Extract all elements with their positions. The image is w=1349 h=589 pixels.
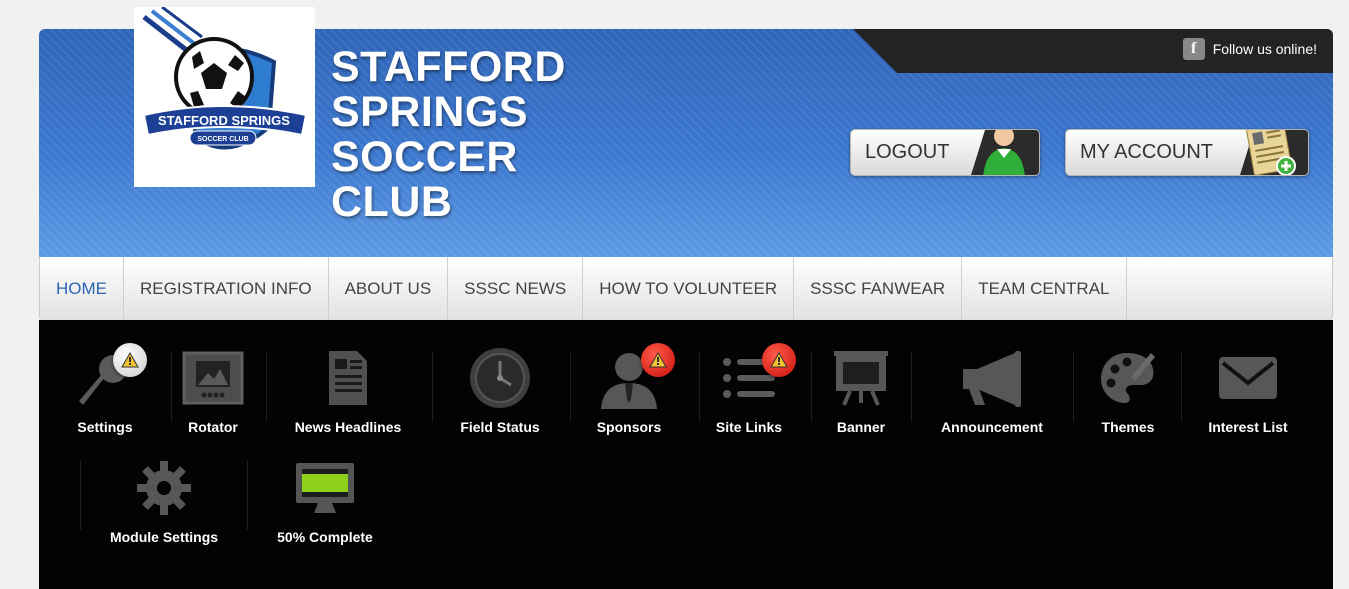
facebook-icon[interactable]: f <box>1182 38 1205 60</box>
tool-site-links[interactable]: Site Links <box>694 343 804 435</box>
image-icon <box>182 351 244 405</box>
follow-us-text: Follow us online! <box>1212 41 1317 57</box>
club-logo[interactable]: STAFFORD SPRINGS SOCCER CLUB <box>134 5 315 187</box>
monitor-progress-icon <box>296 463 354 513</box>
toolbar-divider <box>570 352 571 422</box>
tool-label: Module Settings <box>109 529 219 545</box>
warning-icon <box>649 352 667 368</box>
page-container: f Follow us online! STAFFORD SPRINGS SOC… <box>39 5 1333 589</box>
my-account-label: MY ACCOUNT <box>1080 141 1213 163</box>
logo-text: STAFFORD SPRINGS <box>158 113 290 128</box>
tool-label: Field Status <box>460 419 540 435</box>
envelope-icon <box>1219 357 1277 399</box>
tool-label: Sponsors <box>596 419 662 435</box>
title-line: STAFFORD <box>331 43 566 91</box>
main-nav: HOME REGISTRATION INFO ABOUT US SSSC NEW… <box>39 257 1333 320</box>
tool-label: Themes <box>1101 419 1155 435</box>
gear-icon <box>137 461 191 515</box>
logout-button[interactable]: LOGOUT <box>850 129 1040 176</box>
nav-item-sssc-fanwear[interactable]: SSSC FANWEAR <box>794 257 963 320</box>
tool-field-status[interactable]: Field Status <box>445 343 555 435</box>
title-line: SPRINGS <box>331 88 529 136</box>
easel-icon <box>834 351 888 406</box>
document-icon <box>329 351 367 405</box>
social-bar: f Follow us online! <box>853 29 1333 73</box>
toolbar-divider <box>247 460 248 530</box>
nav-item-sssc-news[interactable]: SSSC NEWS <box>448 257 584 320</box>
warning-badge <box>641 343 675 377</box>
site-title[interactable]: STAFFORD SPRINGS SOCCER CLUB <box>331 45 566 225</box>
warning-icon <box>770 352 788 368</box>
nav-item-team-central[interactable]: TEAM CENTRAL <box>962 257 1127 320</box>
tool-interest-list[interactable]: Interest List <box>1193 343 1303 435</box>
tool-label: Settings <box>77 419 133 435</box>
logo-subtext: SOCCER CLUB <box>197 136 248 143</box>
palette-icon <box>1101 353 1155 403</box>
follow-us-link[interactable]: f Follow us online! <box>1182 38 1317 60</box>
tool-label: Interest List <box>1208 419 1288 435</box>
title-line: SOCCER <box>331 133 518 181</box>
tool-progress[interactable]: 50% Complete <box>265 453 385 545</box>
soccer-club-logo-icon: STAFFORD SPRINGS SOCCER CLUB <box>142 5 308 174</box>
tool-label: News Headlines <box>294 419 402 435</box>
tool-label: Announcement <box>941 419 1043 435</box>
nav-item-about-us[interactable]: ABOUT US <box>329 257 449 320</box>
nav-item-registration-info[interactable]: REGISTRATION INFO <box>124 257 329 320</box>
tool-themes[interactable]: Themes <box>1073 343 1183 435</box>
admin-toolbar: Settings Rotator News Headlines Field St… <box>39 320 1333 589</box>
megaphone-icon <box>963 351 1021 407</box>
my-account-button[interactable]: MY ACCOUNT <box>1065 129 1309 176</box>
title-line: CLUB <box>331 178 453 226</box>
account-card-icon <box>1245 130 1296 175</box>
user-icon <box>983 130 1025 175</box>
tool-settings[interactable]: Settings <box>50 343 160 435</box>
tool-label: Site Links <box>715 419 783 435</box>
tool-label: Banner <box>836 419 886 435</box>
tool-news-headlines[interactable]: News Headlines <box>293 343 403 435</box>
tool-label: 50% Complete <box>277 529 373 545</box>
tool-announcement[interactable]: Announcement <box>937 343 1047 435</box>
tool-label: Rotator <box>188 419 238 435</box>
toolbar-divider <box>432 352 433 422</box>
tool-banner[interactable]: Banner <box>806 343 916 435</box>
warning-badge <box>762 343 796 377</box>
toolbar-divider <box>80 460 81 530</box>
warning-badge <box>113 343 147 377</box>
clock-icon <box>470 348 530 408</box>
tool-sponsors[interactable]: Sponsors <box>574 343 684 435</box>
tool-module-settings[interactable]: Module Settings <box>108 453 220 545</box>
logout-label: LOGOUT <box>865 141 950 163</box>
tool-rotator[interactable]: Rotator <box>158 343 268 435</box>
progress-bar-fill <box>302 474 348 492</box>
nav-item-how-to-volunteer[interactable]: HOW TO VOLUNTEER <box>583 257 795 320</box>
nav-item-home[interactable]: HOME <box>40 257 124 320</box>
warning-icon <box>121 352 139 368</box>
